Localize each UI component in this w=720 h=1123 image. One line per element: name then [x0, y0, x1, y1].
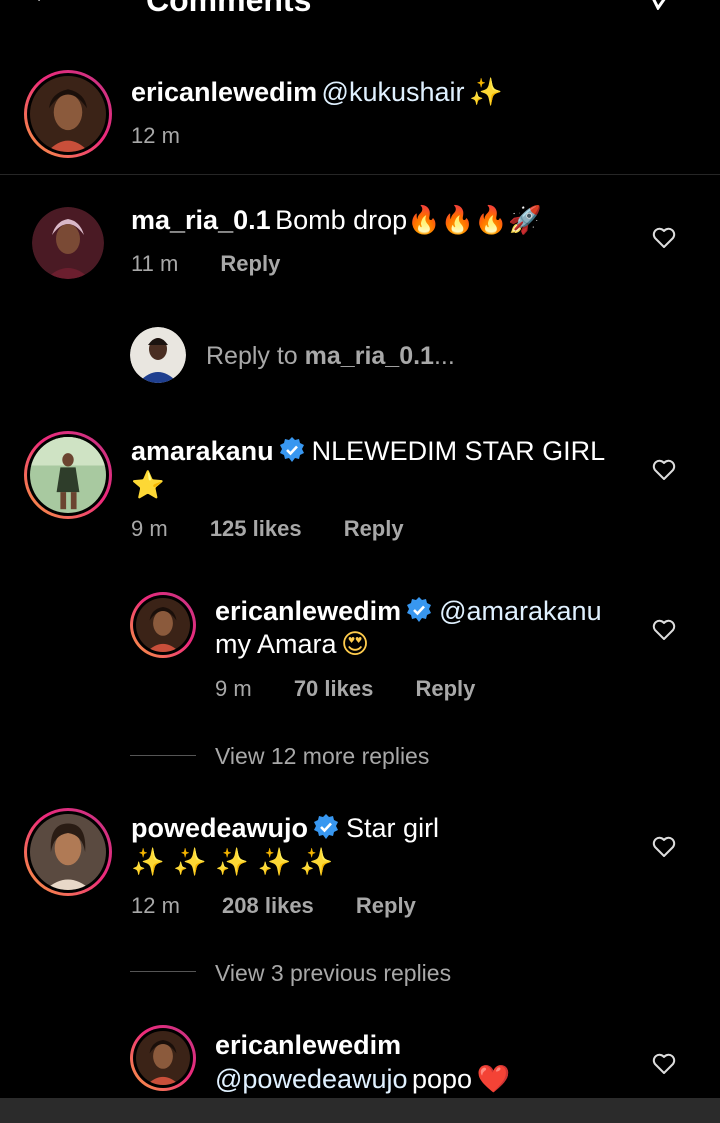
- verified-badge-icon: [405, 596, 433, 629]
- reply-button[interactable]: Reply: [220, 251, 280, 276]
- reply-username[interactable]: ericanlewedim: [215, 596, 401, 626]
- comment-text: amarakanu NLEWEDIM STAR GIRL: [131, 436, 605, 469]
- comment-meta: 12 m 208 likes Reply: [131, 893, 416, 919]
- heart-eyes-emoji: 😍: [340, 629, 370, 660]
- comment-text: ma_ria_0.1 Bomb drop🔥🔥🔥🚀: [131, 204, 542, 236]
- comment-username[interactable]: ma_ria_0.1: [131, 205, 271, 235]
- comment-meta: 11 m Reply: [131, 251, 280, 277]
- reply-target: ma_ria_0.1: [304, 342, 434, 370]
- reply-text: ericanlewedim @amarakanu: [215, 596, 602, 629]
- avatar[interactable]: [32, 207, 104, 279]
- reply-body-line: my Amara 😍: [215, 629, 369, 660]
- star-emoji: ⭐: [131, 470, 165, 501]
- red-heart-emoji: ❤️: [476, 1064, 511, 1095]
- page-title: Comments: [146, 0, 312, 18]
- like-heart-icon[interactable]: [652, 459, 676, 486]
- caption-text: ericanlewedim @kukushair ✨: [131, 76, 503, 108]
- reply-ellipsis: ...: [433, 342, 455, 370]
- avatar[interactable]: [130, 1025, 196, 1091]
- reply-prefix: Reply to: [206, 342, 305, 370]
- comment-body: Star girl: [346, 813, 440, 843]
- thread-line: [130, 971, 196, 972]
- likes-count[interactable]: 125 likes: [210, 516, 302, 541]
- comment-time: 12 m: [131, 893, 180, 918]
- reply-body: popo: [412, 1064, 473, 1094]
- reply-button[interactable]: Reply: [415, 676, 475, 701]
- likes-count[interactable]: 70 likes: [294, 676, 374, 701]
- reply-body-line: @powedeawujo popo ❤️: [215, 1063, 510, 1095]
- sparkles-emojis: ✨ ✨ ✨ ✨ ✨: [131, 847, 334, 878]
- comment-username[interactable]: powedeawujo: [131, 813, 308, 843]
- reply-time: 9 m: [215, 676, 252, 701]
- comment-time: 11 m: [131, 251, 179, 276]
- bottom-bar: [0, 1098, 720, 1123]
- fire-emojis: 🔥🔥🔥🚀: [407, 205, 542, 236]
- reply-button[interactable]: Reply: [344, 516, 404, 541]
- comment-text: powedeawujo Star girl: [131, 813, 439, 846]
- caption-divider: [0, 174, 720, 175]
- avatar[interactable]: [24, 808, 112, 896]
- view-more-replies[interactable]: View 12 more replies: [215, 743, 429, 770]
- like-heart-icon[interactable]: [652, 227, 676, 254]
- comment-body: NLEWEDIM STAR GIRL: [311, 436, 606, 466]
- like-heart-icon[interactable]: [652, 1053, 676, 1080]
- back-arrow-icon[interactable]: [28, 0, 58, 15]
- check-icon[interactable]: [646, 0, 676, 15]
- reply-username[interactable]: ericanlewedim: [215, 1030, 401, 1061]
- likes-count[interactable]: 208 likes: [222, 893, 314, 918]
- verified-badge-icon: [312, 813, 340, 846]
- comment-body: Bomb drop: [275, 205, 408, 235]
- reply-to-prompt[interactable]: Reply to ma_ria_0.1...: [206, 342, 455, 371]
- current-user-avatar: [130, 327, 186, 383]
- caption-mention[interactable]: @kukushair: [322, 77, 465, 107]
- reply-mention[interactable]: @amarakanu: [439, 596, 602, 626]
- caption-time: 12 m: [131, 123, 180, 148]
- like-heart-icon[interactable]: [652, 619, 676, 646]
- reply-body: my Amara: [215, 629, 337, 659]
- comment-meta: 9 m 125 likes Reply: [131, 516, 404, 542]
- caption-username[interactable]: ericanlewedim: [131, 77, 317, 107]
- view-previous-replies[interactable]: View 3 previous replies: [215, 960, 451, 987]
- reply-mention[interactable]: @powedeawujo: [215, 1064, 408, 1094]
- thread-line: [130, 755, 196, 756]
- avatar[interactable]: [24, 431, 112, 519]
- comment-username[interactable]: amarakanu: [131, 436, 274, 466]
- avatar[interactable]: [130, 592, 196, 658]
- caption-avatar[interactable]: [24, 70, 112, 158]
- comment-time: 9 m: [131, 516, 168, 541]
- like-heart-icon[interactable]: [652, 836, 676, 863]
- reply-meta: 9 m 70 likes Reply: [215, 676, 475, 702]
- verified-badge-icon: [278, 436, 306, 469]
- sparkles-emoji: ✨: [468, 77, 503, 108]
- reply-button[interactable]: Reply: [356, 893, 416, 918]
